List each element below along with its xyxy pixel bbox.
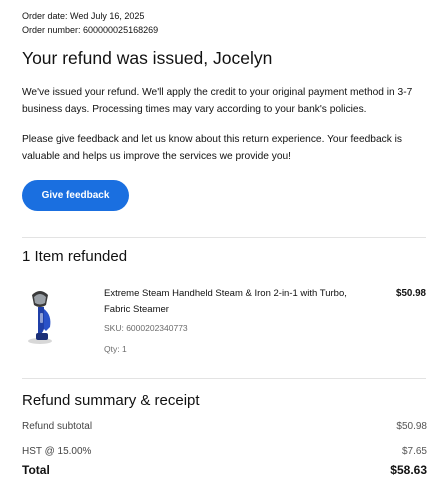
item-name[interactable]: Extreme Steam Handheld Steam & Iron 2-in…: [104, 286, 374, 317]
summary-row-total: Total $58.63: [22, 463, 427, 477]
page-title: Your refund was issued, Jocelyn: [22, 48, 273, 68]
product-image: [28, 291, 52, 344]
tax-value: $7.65: [401, 446, 427, 457]
tax-label: HST @ 15.00%: [22, 446, 92, 457]
subtotal-value: $50.98: [396, 421, 427, 432]
item-price: $50.98: [396, 288, 426, 299]
order-date: Order date: Wed July 16, 2025: [22, 11, 145, 21]
items-section-title: 1 Item refunded: [22, 248, 128, 265]
item-sku: SKU: 6000202340773: [104, 323, 188, 333]
give-feedback-button[interactable]: Give feedback: [22, 180, 129, 211]
refund-info-text: We've issued your refund. We'll apply th…: [22, 87, 413, 115]
subtotal-label: Refund subtotal: [22, 421, 93, 432]
total-label: Total: [22, 463, 50, 477]
summary-row-tax: HST @ 15.00% $7.65: [22, 446, 427, 457]
item-qty: Qty: 1: [104, 344, 127, 354]
divider: [22, 237, 426, 238]
summary-row-subtotal: Refund subtotal $50.98: [22, 421, 427, 432]
feedback-prompt-text: Please give feedback and let us know abo…: [22, 134, 403, 162]
order-meta: Order date: Wed July 16, 2025 Order numb…: [22, 9, 158, 37]
divider: [22, 378, 426, 379]
order-number: Order number: 600000025168269: [22, 25, 159, 35]
summary-section-title: Refund summary & receipt: [22, 392, 200, 409]
total-value: $58.63: [390, 463, 427, 477]
